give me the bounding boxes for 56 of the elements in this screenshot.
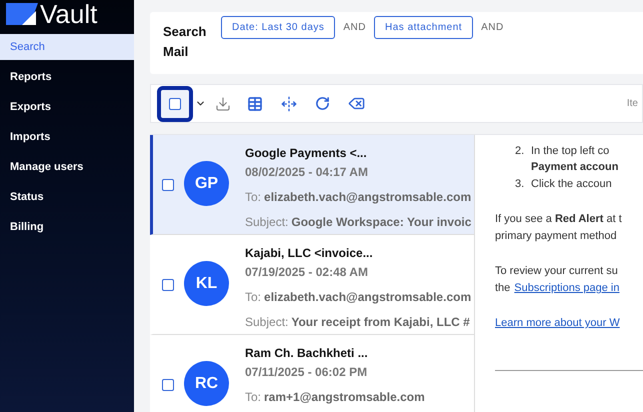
email-date: 08/02/2025 - 04:17 AM [245, 164, 369, 181]
select-all-button[interactable] [157, 86, 193, 122]
avatar: KL [184, 261, 229, 306]
table-icon[interactable] [247, 96, 263, 112]
recipient-address: elizabeth.vach@angstromsable.com [264, 189, 472, 206]
operator-label: AND [481, 21, 504, 35]
nav-item[interactable]: Exports [0, 94, 134, 120]
email-row[interactable]: GP Google Payments <... 08/02/2025 - 04:17 AM To: elizabeth.vach@angstromsable.com Subject: Google Workspace: Your invoic [150, 135, 474, 235]
filter-chip[interactable]: Date: Last 30 days [221, 16, 336, 39]
items-label: Ite [626, 97, 638, 111]
subject-label: Subject: [245, 214, 288, 231]
nav-item[interactable]: Status [0, 184, 134, 210]
list-number: 3. [515, 177, 526, 192]
body-text: To review your current su [495, 264, 618, 279]
sender-name: Google Payments <... [245, 145, 368, 162]
to-label: To: [245, 389, 262, 406]
sender-name: Kajabi, LLC <invoice... [245, 245, 374, 262]
logo-icon [6, 3, 38, 25]
nav-item[interactable]: Reports [0, 64, 134, 90]
recipient-address: elizabeth.vach@angstromsable.com [264, 289, 472, 306]
link[interactable]: Learn more about your W [495, 315, 620, 332]
select-all-checkbox[interactable] [169, 98, 181, 110]
row-checkbox[interactable] [162, 279, 174, 291]
email-date: 07/11/2025 - 06:02 PM [245, 364, 368, 381]
list-text: Click the accoun [531, 177, 612, 192]
avatar: RC [184, 361, 229, 406]
to-label: To: [245, 289, 262, 306]
link[interactable]: Subscriptions page in [514, 280, 620, 297]
body-text: primary payment method [495, 229, 617, 244]
brand-name: Vault [40, 1, 98, 27]
operator-label: AND [343, 21, 366, 35]
subject-text: Google Workspace: Your invoic [291, 214, 472, 231]
row-checkbox[interactable] [162, 179, 174, 191]
nav-item[interactable]: Search [0, 34, 134, 60]
list-number: 2. [515, 144, 526, 159]
to-label: To: [245, 189, 262, 206]
recipient-address: ram+1@angstromsable.com [264, 389, 425, 406]
email-date: 07/19/2025 - 02:48 AM [245, 264, 369, 281]
list-text: Payment accoun [531, 160, 618, 175]
clear-icon[interactable] [348, 95, 365, 112]
refresh-icon[interactable] [315, 96, 330, 111]
download-icon[interactable] [215, 96, 231, 112]
filter-chip[interactable]: Has attachment [374, 16, 474, 39]
body-text: the [495, 281, 510, 296]
avatar: GP [184, 161, 229, 206]
list-text: In the top left co [531, 144, 610, 159]
sender-name: Ram Ch. Bachkheti ... [245, 345, 369, 362]
nav-item[interactable]: Billing [0, 214, 134, 240]
nav-item[interactable]: Imports [0, 124, 134, 150]
subject-text: Your receipt from Kajabi, LLC # [291, 314, 470, 331]
row-checkbox[interactable] [162, 379, 174, 391]
search-title: Search Mail [163, 23, 208, 61]
body-text: If you see a Red Alert at t [495, 212, 622, 227]
nav-item[interactable]: Manage users [0, 154, 134, 180]
columns-expand-icon[interactable] [281, 96, 297, 112]
subject-label: Subject: [245, 314, 288, 331]
